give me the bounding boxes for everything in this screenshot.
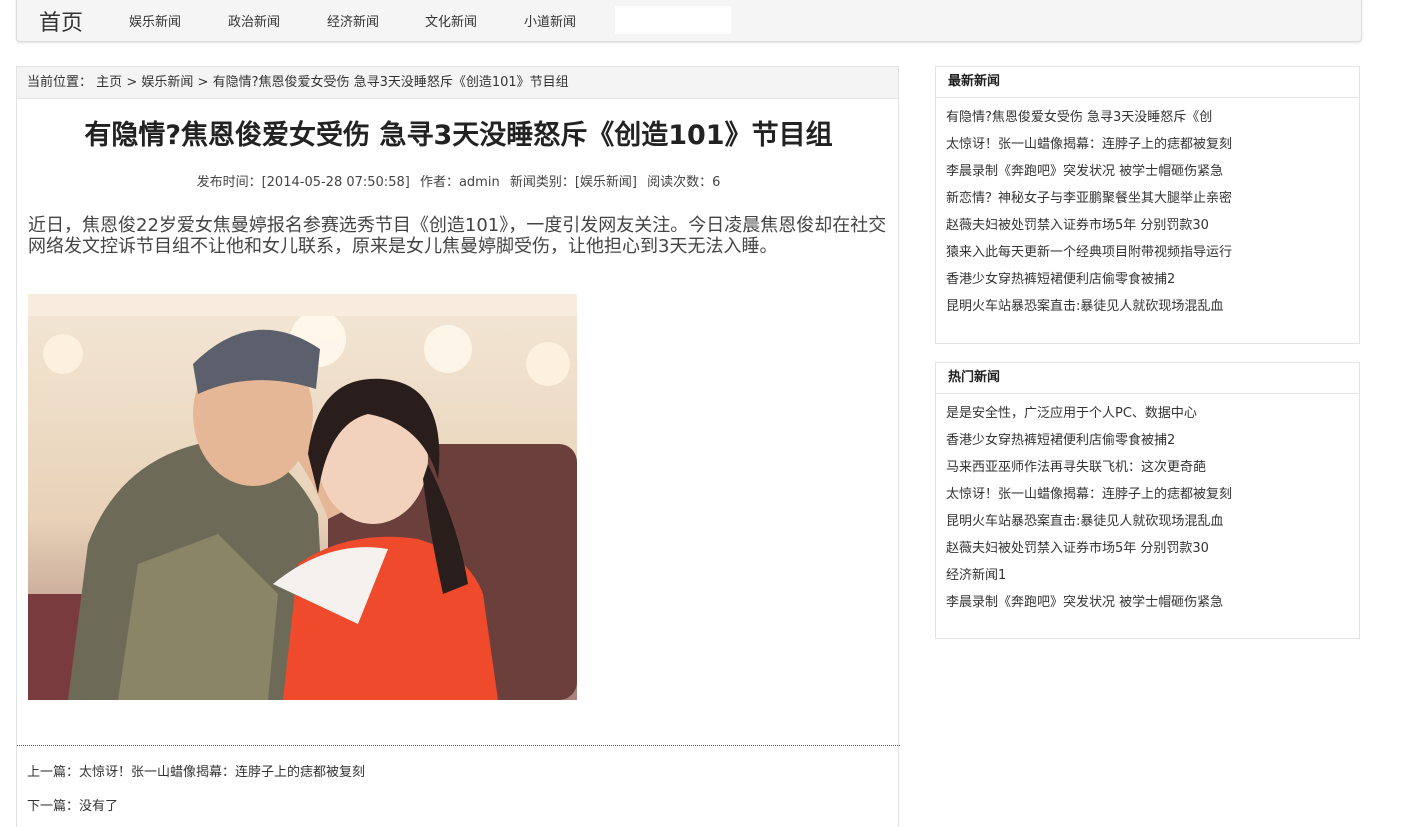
nav-link-economy[interactable]: 经济新闻	[327, 11, 379, 30]
article-meta: 发布时间：[2014-05-28 07:50:58] 作者：admin 新闻类别…	[17, 171, 900, 190]
list-item: 太惊讶！张一山蜡像揭幕：连脖子上的痣都被复刻	[946, 481, 1359, 508]
article-title: 有隐情?焦恩俊爱女受伤 急寻3天没睡怒斥《创造101》节目组	[84, 120, 833, 151]
author: 作者：admin	[419, 175, 500, 190]
list-item: 有隐情?焦恩俊爱女受伤 急寻3天没睡怒斥《创	[946, 104, 1359, 131]
breadcrumb-separator: >	[126, 75, 138, 90]
hot-news-link[interactable]: 赵薇夫妇被处罚禁入证券市场5年 分别罚款30	[946, 541, 1209, 556]
nav-link-culture[interactable]: 文化新闻	[425, 11, 477, 30]
top-navbar: 首页 娱乐新闻 政治新闻 经济新闻 文化新闻 小道新闻	[16, 0, 1362, 42]
hot-news-link[interactable]: 李晨录制《奔跑吧》突发状况 被学士帽砸伤紧急	[946, 595, 1223, 610]
pager-divider	[17, 745, 900, 746]
list-item: 赵薇夫妇被处罚禁入证券市场5年 分别罚款30	[946, 535, 1359, 562]
list-item: 香港少女穿热裤短裙便利店偷零食被捕2	[946, 266, 1359, 293]
breadcrumb-label: 当前位置：	[27, 75, 93, 90]
breadcrumb-home-link[interactable]: 主页	[96, 75, 122, 90]
hot-news-link[interactable]: 是是安全性，广泛应用于个人PC、数据中心	[946, 406, 1197, 421]
hot-news-title: 热门新闻	[936, 363, 1359, 394]
latest-news-link[interactable]: 昆明火车站暴恐案直击:暴徒见人就砍现场混乱血	[946, 299, 1223, 314]
list-item: 太惊讶！张一山蜡像揭幕：连脖子上的痣都被复刻	[946, 131, 1359, 158]
read-count: 阅读次数：6	[647, 175, 721, 190]
list-item: 赵薇夫妇被处罚禁入证券市场5年 分别罚款30	[946, 212, 1359, 239]
nav-link-gossip[interactable]: 小道新闻	[524, 11, 576, 30]
hot-news-link[interactable]: 昆明火车站暴恐案直击:暴徒见人就砍现场混乱血	[946, 514, 1223, 529]
nav-home-link[interactable]: 首页	[39, 5, 83, 37]
article-photo	[28, 294, 577, 700]
list-item: 香港少女穿热裤短裙便利店偷零食被捕2	[946, 427, 1359, 454]
nav-link-politics[interactable]: 政治新闻	[228, 11, 280, 30]
next-article-text: 下一篇：没有了	[27, 799, 119, 814]
hot-news-link[interactable]: 马来西亚巫师作法再寻失联飞机：这次更奇葩	[946, 460, 1206, 475]
hot-news-link[interactable]: 太惊讶！张一山蜡像揭幕：连脖子上的痣都被复刻	[946, 487, 1232, 502]
latest-news-title: 最新新闻	[936, 67, 1359, 98]
latest-news-link[interactable]: 猿来入此每天更新一个经典项目附带视频指导运行	[946, 245, 1232, 260]
list-item: 是是安全性，广泛应用于个人PC、数据中心	[946, 400, 1359, 427]
latest-news-link[interactable]: 有隐情?焦恩俊爱女受伤 急寻3天没睡怒斥《创	[946, 110, 1212, 125]
prev-article: 上一篇：太惊讶！张一山蜡像揭幕：连脖子上的痣都被复刻	[27, 761, 365, 780]
list-item: 李晨录制《奔跑吧》突发状况 被学士帽砸伤紧急	[946, 589, 1359, 616]
list-item: 猿来入此每天更新一个经典项目附带视频指导运行	[946, 239, 1359, 266]
breadcrumb-separator: >	[197, 75, 209, 90]
latest-news-link[interactable]: 李晨录制《奔跑吧》突发状况 被学士帽砸伤紧急	[946, 164, 1223, 179]
list-item: 马来西亚巫师作法再寻失联飞机：这次更奇葩	[946, 454, 1359, 481]
list-item: 昆明火车站暴恐案直击:暴徒见人就砍现场混乱血	[946, 508, 1359, 535]
publish-time: 发布时间：[2014-05-28 07:50:58]	[196, 175, 410, 190]
breadcrumb: 当前位置： 主页 > 娱乐新闻 > 有隐情?焦恩俊爱女受伤 急寻3天没睡怒斥《创…	[17, 67, 898, 99]
nav-link-entertainment[interactable]: 娱乐新闻	[129, 11, 181, 30]
list-item: 新恋情？神秘女子与李亚鹏聚餐坐其大腿举止亲密	[946, 185, 1359, 212]
hot-news-link[interactable]: 香港少女穿热裤短裙便利店偷零食被捕2	[946, 433, 1175, 448]
breadcrumb-current: 有隐情?焦恩俊爱女受伤 急寻3天没睡怒斥《创造101》节目组	[212, 75, 569, 90]
breadcrumb-category-link[interactable]: 娱乐新闻	[141, 75, 193, 90]
article-photo-illustration	[28, 294, 577, 700]
latest-news-link[interactable]: 赵薇夫妇被处罚禁入证券市场5年 分别罚款30	[946, 218, 1209, 233]
nav-search-input[interactable]	[615, 6, 731, 34]
latest-news-link[interactable]: 香港少女穿热裤短裙便利店偷零食被捕2	[946, 272, 1175, 287]
hot-news-link[interactable]: 经济新闻1	[946, 568, 1006, 583]
article-panel: 当前位置： 主页 > 娱乐新闻 > 有隐情?焦恩俊爱女受伤 急寻3天没睡怒斥《创…	[16, 66, 900, 827]
next-article: 下一篇：没有了	[27, 795, 118, 814]
list-item: 李晨录制《奔跑吧》突发状况 被学士帽砸伤紧急	[946, 158, 1359, 185]
latest-news-box: 最新新闻 有隐情?焦恩俊爱女受伤 急寻3天没睡怒斥《创 太惊讶！张一山蜡像揭幕：…	[935, 66, 1360, 344]
list-item: 昆明火车站暴恐案直击:暴徒见人就砍现场混乱血	[946, 293, 1359, 320]
article-body: 近日，焦恩俊22岁爱女焦曼婷报名参赛选秀节目《创造101》，一度引发网友关注。今…	[28, 215, 887, 257]
hot-news-box: 热门新闻 是是安全性，广泛应用于个人PC、数据中心 香港少女穿热裤短裙便利店偷零…	[935, 362, 1360, 639]
latest-news-link[interactable]: 太惊讶！张一山蜡像揭幕：连脖子上的痣都被复刻	[946, 137, 1232, 152]
list-item: 经济新闻1	[946, 562, 1359, 589]
prev-article-link[interactable]: 上一篇：太惊讶！张一山蜡像揭幕：连脖子上的痣都被复刻	[27, 765, 365, 780]
hot-news-list: 是是安全性，广泛应用于个人PC、数据中心 香港少女穿热裤短裙便利店偷零食被捕2 …	[936, 394, 1359, 616]
news-category: 新闻类别：[娱乐新闻]	[509, 175, 637, 190]
latest-news-list: 有隐情?焦恩俊爱女受伤 急寻3天没睡怒斥《创 太惊讶！张一山蜡像揭幕：连脖子上的…	[936, 98, 1359, 320]
latest-news-link[interactable]: 新恋情？神秘女子与李亚鹏聚餐坐其大腿举止亲密	[946, 191, 1232, 206]
